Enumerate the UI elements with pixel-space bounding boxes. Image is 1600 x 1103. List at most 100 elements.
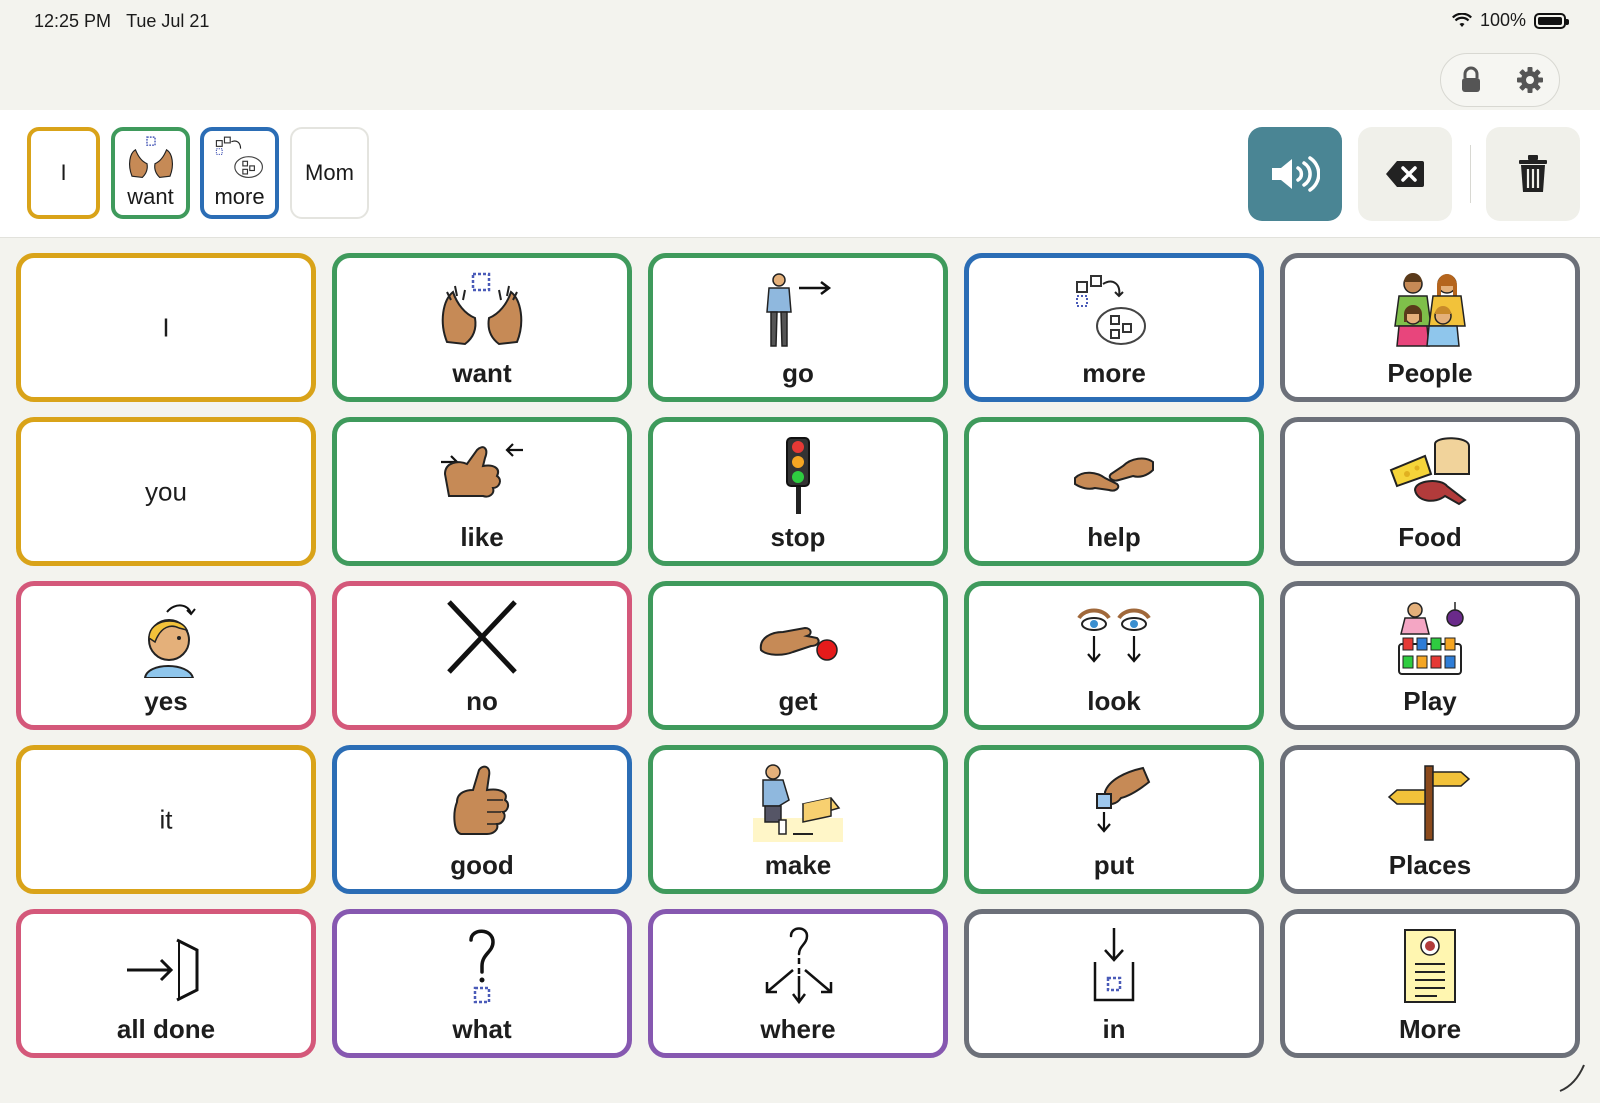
category-button-food[interactable]: Food — [1280, 417, 1580, 566]
speaker-icon — [1272, 156, 1320, 192]
battery-percent: 100% — [1479, 10, 1526, 30]
word-label: stop — [770, 522, 826, 552]
word-label: more — [1082, 358, 1146, 388]
word-button-stop[interactable]: stop — [648, 417, 948, 566]
word-button-it[interactable]: it — [16, 745, 316, 894]
word-label: want — [452, 358, 512, 388]
look-eyes-icon — [1077, 608, 1151, 663]
word-button-you[interactable]: you — [16, 417, 316, 566]
word-button-want[interactable]: want — [332, 253, 632, 402]
category-button-people[interactable]: People — [1280, 253, 1580, 402]
word-button-go[interactable]: go — [648, 253, 948, 402]
sentence-chip-i[interactable]: I — [27, 127, 100, 219]
get-hand-icon — [759, 626, 838, 661]
word-label: Places — [1388, 850, 1472, 880]
status-bar: 12:25 PM Tue Jul 21 100% — [0, 0, 1600, 44]
like-thumb-icon — [441, 443, 523, 498]
word-label: what — [452, 1014, 512, 1044]
gear-icon[interactable] — [1510, 60, 1550, 100]
word-button-like[interactable]: like — [332, 417, 632, 566]
word-button-no[interactable]: no — [332, 581, 632, 730]
word-label: make — [764, 850, 832, 880]
word-label: Food — [1398, 522, 1462, 552]
sentence-chip-want[interactable]: want — [111, 127, 190, 219]
more-icon — [215, 136, 263, 178]
signpost-icon — [1387, 765, 1471, 841]
word-button-what[interactable]: what — [332, 909, 632, 1058]
where-arrows-icon — [765, 927, 833, 1005]
go-person-icon — [766, 273, 832, 347]
put-hand-icon — [1096, 766, 1151, 833]
word-button-put[interactable]: put — [964, 745, 1264, 894]
backspace-button[interactable] — [1358, 127, 1452, 221]
word-label: get — [778, 686, 818, 716]
play-toys-icon — [1398, 602, 1464, 675]
word-button-look[interactable]: look — [964, 581, 1264, 730]
word-label: good — [450, 850, 514, 880]
sentence-strip: I want more Mom — [0, 110, 1600, 238]
chip-label: want — [127, 184, 174, 209]
word-label: like — [460, 522, 504, 552]
vocabulary-grid: I want go more People you like stop help… — [16, 253, 1580, 1058]
food-icon — [1389, 437, 1470, 506]
word-button-good[interactable]: good — [332, 745, 632, 894]
word-label: More — [1398, 1014, 1462, 1044]
chip-label: more — [214, 184, 265, 209]
tools-pill — [1440, 53, 1560, 107]
more-icon — [1076, 275, 1146, 345]
word-label: no — [466, 686, 498, 716]
word-button-all-done[interactable]: all done — [16, 909, 316, 1058]
chip-label: Mom — [305, 160, 354, 185]
in-arrow-icon — [1093, 928, 1135, 1002]
word-label: yes — [144, 686, 188, 716]
word-label: you — [145, 476, 187, 506]
word-label: where — [760, 1014, 836, 1044]
traffic-light-icon — [786, 437, 810, 514]
wifi-icon — [1451, 12, 1472, 27]
word-button-in[interactable]: in — [964, 909, 1264, 1058]
backspace-icon — [1386, 161, 1424, 187]
word-button-yes[interactable]: yes — [16, 581, 316, 730]
want-hands-icon — [441, 272, 523, 346]
word-label: it — [159, 804, 173, 834]
people-icon — [1394, 273, 1466, 347]
sentence-chip-more[interactable]: more — [200, 127, 279, 219]
word-label: Play — [1403, 686, 1457, 716]
trash-icon — [1519, 155, 1547, 192]
strip-divider — [1470, 145, 1471, 203]
want-hands-icon — [128, 136, 173, 179]
speak-button[interactable] — [1248, 127, 1342, 221]
status-right: 100% — [1451, 10, 1569, 31]
more-page-icon — [1404, 929, 1456, 1003]
category-button-play[interactable]: Play — [1280, 581, 1580, 730]
status-time: 12:25 PM Tue Jul 21 — [34, 11, 210, 31]
word-label: go — [782, 358, 814, 388]
word-button-more[interactable]: more — [964, 253, 1264, 402]
help-hands-icon — [1074, 457, 1154, 492]
no-cross-icon — [447, 600, 517, 674]
word-label: all done — [116, 1014, 216, 1044]
battery-icon — [1534, 12, 1569, 29]
exit-arrow-icon — [127, 938, 199, 1002]
category-button-more[interactable]: More — [1280, 909, 1580, 1058]
word-label: People — [1387, 358, 1473, 388]
word-button-make[interactable]: make — [648, 745, 948, 894]
word-button-get[interactable]: get — [648, 581, 948, 730]
word-label: in — [1102, 1014, 1126, 1044]
yes-nod-icon — [143, 604, 196, 678]
lock-icon[interactable] — [1451, 60, 1491, 100]
chip-label: I — [60, 160, 67, 185]
word-button-i[interactable]: I — [16, 253, 316, 402]
word-label: I — [162, 312, 170, 342]
category-button-places[interactable]: Places — [1280, 745, 1580, 894]
make-person-icon — [753, 764, 843, 842]
word-label: look — [1087, 686, 1141, 716]
word-button-help[interactable]: help — [964, 417, 1264, 566]
sentence-chip-mom[interactable]: Mom — [290, 127, 369, 219]
resize-handle-icon — [1559, 1064, 1585, 1092]
word-label: help — [1087, 522, 1141, 552]
clear-button[interactable] — [1486, 127, 1580, 221]
word-button-where[interactable]: where — [648, 909, 948, 1058]
word-label: put — [1093, 850, 1135, 880]
thumbs-up-icon — [453, 765, 510, 835]
